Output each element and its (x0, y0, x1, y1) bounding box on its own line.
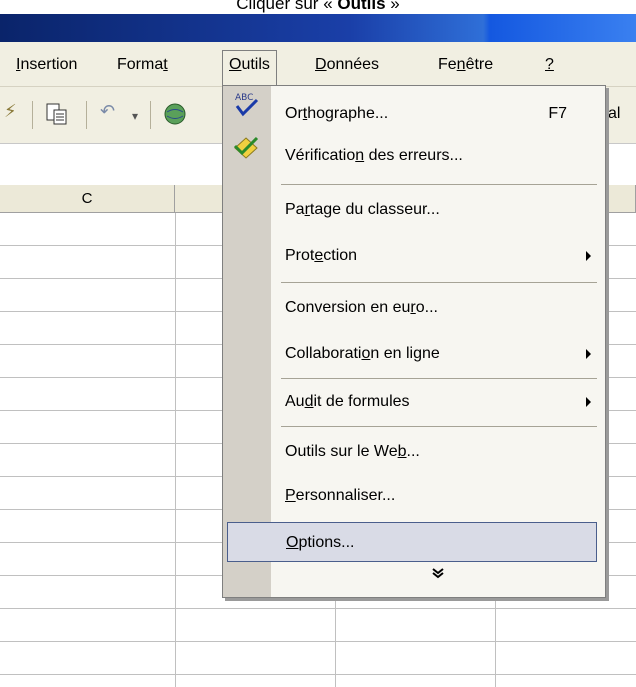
menu-outils[interactable]: Outils (222, 50, 277, 87)
title-bar (0, 14, 636, 42)
menu-icon-gutter (223, 86, 271, 597)
menu-separator (281, 184, 597, 185)
menu-separator (281, 378, 597, 379)
menu-item-orthographe[interactable]: Orthographe... F7 (271, 94, 605, 134)
outils-dropdown-menu: ABC Orthographe... F7 Vérification des e… (222, 85, 606, 598)
expand-menu-chevron-icon[interactable] (271, 562, 605, 588)
menu-donnees[interactable]: Données (315, 56, 379, 74)
menu-item-partage-classeur[interactable]: Partage du classeur... (271, 190, 605, 230)
menu-separator (281, 426, 597, 427)
toolbar-separator (32, 101, 33, 129)
svg-text:ABC: ABC (235, 93, 253, 103)
shortcut-label: F7 (548, 105, 567, 122)
grid-row-line (0, 674, 636, 675)
column-header-c[interactable]: C (0, 185, 175, 213)
submenu-arrow-icon (586, 397, 591, 407)
hyperlink-globe-icon[interactable] (162, 101, 188, 133)
format-painter-icon[interactable]: ⚡ (4, 101, 17, 122)
spellcheck-icon: ABC (235, 93, 259, 117)
menu-item-audit-formules[interactable]: Audit de formules (271, 382, 605, 422)
menu-separator (281, 282, 597, 283)
menu-item-protection[interactable]: Protection (271, 236, 605, 276)
submenu-arrow-icon (586, 349, 591, 359)
menu-item-collaboration-en-ligne[interactable]: Collaboration en ligne (271, 334, 605, 374)
menu-insertion[interactable]: Insertion (16, 56, 77, 74)
caption: Cliquer sur « Outils » (0, 0, 636, 14)
menu-item-conversion-euro[interactable]: Conversion en euro... (271, 288, 605, 328)
grid-row-line (0, 641, 636, 642)
toolbar-separator (86, 101, 87, 129)
error-check-icon (233, 136, 259, 159)
menu-item-options[interactable]: Options... (227, 522, 597, 562)
grid-line (175, 213, 176, 687)
undo-dropdown-icon[interactable]: ▾ (132, 109, 138, 123)
font-name-partial[interactable]: al (608, 105, 620, 123)
paste-icon[interactable] (44, 101, 70, 133)
submenu-arrow-icon (586, 251, 591, 261)
menu-format[interactable]: Format (117, 56, 168, 74)
caption-text: Cliquer sur « Outils » (236, 0, 400, 13)
menu-fenetre[interactable]: Fenêtre (438, 56, 493, 74)
undo-icon[interactable]: ↶ (100, 101, 115, 122)
menu-item-verification-erreurs[interactable]: Vérification des erreurs... (271, 136, 605, 176)
menu-item-personnaliser[interactable]: Personnaliser... (271, 476, 605, 516)
menu-bar: Insertion Format Outils Données Fenêtre … (0, 42, 636, 87)
toolbar-separator (150, 101, 151, 129)
menu-item-outils-web[interactable]: Outils sur le Web... (271, 432, 605, 472)
grid-row-line (0, 608, 636, 609)
menu-help[interactable]: ? (545, 56, 554, 74)
